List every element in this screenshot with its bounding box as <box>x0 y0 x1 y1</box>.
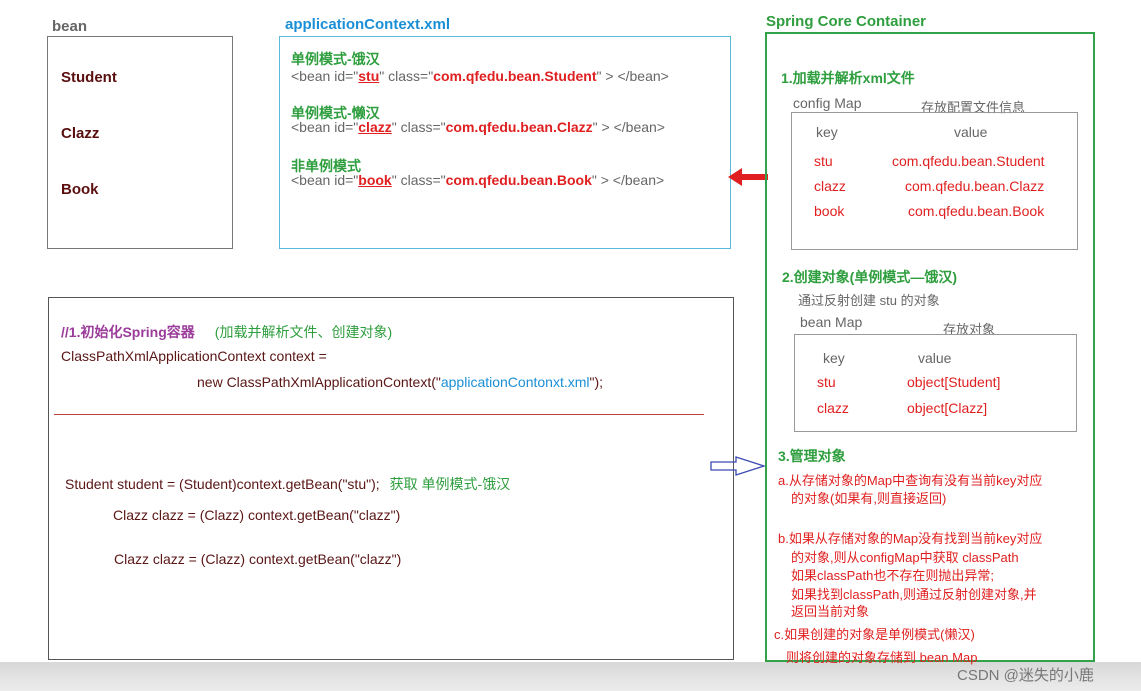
xml-bean-id: clazz <box>358 119 392 135</box>
code-line-getbean-stu: Student student = (Student)context.getBe… <box>65 476 511 492</box>
parse-arrow-icon <box>728 168 768 186</box>
step3b-line1: b.如果从存储对象的Map没有找到当前key对应 <box>778 531 1043 546</box>
config-header-key: key <box>816 124 838 140</box>
step3c-line1: c.如果创建的对象是单例模式(懒汉) <box>774 627 975 642</box>
config-row-value: com.qfedu.bean.Student <box>892 153 1045 169</box>
config-row-value: com.qfedu.bean.Book <box>908 203 1045 219</box>
xml-panel: 单例模式-饿汉 <bean id="stu" class="com.qfedu.… <box>279 36 731 249</box>
bean-row-key: stu <box>817 374 836 390</box>
bean-panel: Student Clazz Book <box>47 36 233 249</box>
bean-map-label: bean Map <box>800 314 863 330</box>
xml-entry-line: <bean id="book" class="com.qfedu.bean.Bo… <box>291 172 665 188</box>
bean-map-table: key value stu object[Student] clazz obje… <box>794 334 1077 432</box>
step2-note: 通过反射创建 stu 的对象 <box>798 293 940 308</box>
bean-row-value: object[Student] <box>907 374 1001 390</box>
xml-bean-class: com.qfedu.bean.Student <box>433 68 597 84</box>
step1-title: 1.加载并解析xml文件 <box>781 70 915 86</box>
step3b-line5: 返回当前对象 <box>791 604 870 619</box>
xml-bean-id: book <box>358 172 392 188</box>
step3b-line2: 的对象,则从configMap中获取 classPath <box>791 550 1019 565</box>
watermark: CSDN @迷失的小鹿 <box>957 667 1094 684</box>
code-panel: //1.初始化Spring容器 (加载并解析文件、创建对象) ClassPathX… <box>48 297 734 660</box>
code-line-context-decl: ClassPathXmlApplicationContext context = <box>61 348 327 364</box>
code-line-context-new: new ClassPathXmlApplicationContext("appl… <box>197 374 604 390</box>
bean-panel-title: bean <box>52 18 88 35</box>
xml-bean-class: com.qfedu.bean.Book <box>445 172 592 188</box>
code-comment: //1.初始化Spring容器 (加载并解析文件、创建对象) <box>61 324 393 340</box>
config-map-table: key value stu com.qfedu.bean.Student cla… <box>791 112 1078 250</box>
bean-header-value: value <box>918 350 952 366</box>
spring-container: 1.加载并解析xml文件 config Map 存放配置文件信息 key val… <box>765 32 1095 662</box>
xml-entry-line: <bean id="stu" class="com.qfedu.bean.Stu… <box>291 68 669 84</box>
xml-panel-title: applicationContext.xml <box>285 16 451 33</box>
step2-title: 2.创建对象(单例模式—饿汉) <box>782 269 957 285</box>
bean-class-student: Student <box>61 69 117 86</box>
config-row-value: com.qfedu.bean.Clazz <box>905 178 1045 194</box>
step3b-line3: 如果classPath也不存在则抛出异常; <box>791 568 994 583</box>
bean-row-value: object[Clazz] <box>907 400 988 416</box>
xml-entry-mode: 单例模式-饿汉 <box>291 51 380 67</box>
xml-bean-id: stu <box>358 68 380 84</box>
step3c-line2: 则将创建的对象存储到 bean Map <box>786 650 978 665</box>
config-map-label: config Map <box>793 95 862 111</box>
bean-header-key: key <box>823 350 845 366</box>
config-row-key: book <box>814 203 845 219</box>
bean-class-book: Book <box>61 181 99 198</box>
bean-row-key: clazz <box>817 400 849 416</box>
code-divider <box>54 414 704 415</box>
config-header-value: value <box>954 124 988 140</box>
step3a-line2: 的对象(如果有,则直接返回) <box>791 491 947 506</box>
xml-entry-line: <bean id="clazz" class="com.qfedu.bean.C… <box>291 119 665 135</box>
step3-title: 3.管理对象 <box>778 448 846 464</box>
bean-class-clazz: Clazz <box>61 125 100 142</box>
step3a-line1: a.从存储对象的Map中查询有没有当前key对应 <box>778 473 1043 488</box>
request-arrow-icon <box>710 456 766 476</box>
code-line-getbean-clazz-1: Clazz clazz = (Clazz) context.getBean("c… <box>113 507 401 523</box>
xml-bean-class: com.qfedu.bean.Clazz <box>445 119 593 135</box>
container-title: Spring Core Container <box>766 13 927 30</box>
config-row-key: clazz <box>814 178 846 194</box>
config-row-key: stu <box>814 153 833 169</box>
code-line-getbean-clazz-2: Clazz clazz = (Clazz) context.getBean("c… <box>114 551 402 567</box>
